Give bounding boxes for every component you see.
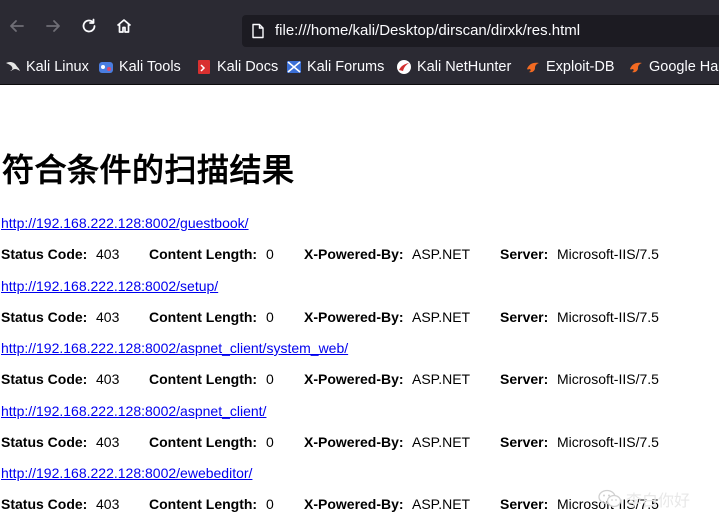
watermark: 李白你好 xyxy=(598,487,690,511)
exploit-db-icon xyxy=(527,62,539,73)
bookmark-kali-linux[interactable]: Kali Linux xyxy=(5,50,89,84)
url-bar[interactable]: file:///home/kali/Desktop/dirscan/dirxk/… xyxy=(242,15,719,47)
arrow-right-icon xyxy=(46,20,60,32)
bookmark-exploit-db[interactable]: Exploit-DB xyxy=(525,50,615,84)
browser-toolbar: file:///home/kali/Desktop/dirscan/dirxk/… xyxy=(0,0,719,50)
kali-forums-icon xyxy=(287,61,301,73)
google-hacking-icon xyxy=(630,62,642,73)
bookmark-label: Kali Docs xyxy=(217,59,279,75)
content-length-value: 0 xyxy=(266,246,274,262)
server-label: Server: xyxy=(500,434,549,450)
server-label: Server: xyxy=(500,309,549,325)
content-length-value: 0 xyxy=(266,371,274,387)
server-value: Microsoft-IIS/7.5 xyxy=(557,309,659,325)
result-status-line: Status Code: 403 Content Length: 0 X-Pow… xyxy=(1,309,719,327)
bookmark-label: Google Hac xyxy=(649,59,719,75)
status-code-value: 403 xyxy=(96,496,120,512)
server-label: Server: xyxy=(500,371,549,387)
result-status-line: Status Code: 403 Content Length: 0 X-Pow… xyxy=(1,434,719,452)
status-code-value: 403 xyxy=(96,246,120,262)
x-powered-by-value: ASP.NET xyxy=(412,309,471,325)
home-icon xyxy=(116,19,132,33)
result-link[interactable]: http://192.168.222.128:8002/setup/ xyxy=(1,278,218,294)
bookmark-label: Exploit-DB xyxy=(546,59,615,75)
kali-tools-icon xyxy=(99,62,113,73)
x-powered-by-label: X-Powered-By: xyxy=(304,434,404,450)
content-length-value: 0 xyxy=(266,309,274,325)
bookmark-kali-forums[interactable]: Kali Forums xyxy=(286,50,384,84)
bookmark-google-hacking[interactable]: Google Hac xyxy=(628,50,719,84)
status-code-value: 403 xyxy=(96,371,120,387)
bookmark-label: Kali Linux xyxy=(26,59,89,75)
result-link[interactable]: http://192.168.222.128:8002/guestbook/ xyxy=(1,215,249,231)
kali-docs-icon xyxy=(198,60,210,74)
bookmark-label: Kali NetHunter xyxy=(417,59,512,75)
wechat-icon xyxy=(598,489,622,508)
content-length-label: Content Length: xyxy=(149,371,258,387)
nethunter-icon xyxy=(397,60,411,74)
x-powered-by-label: X-Powered-By: xyxy=(304,371,404,387)
server-label: Server: xyxy=(500,246,549,262)
content-length-value: 0 xyxy=(266,434,274,450)
server-value: Microsoft-IIS/7.5 xyxy=(557,434,659,450)
home-button[interactable] xyxy=(111,13,137,39)
x-powered-by-label: X-Powered-By: xyxy=(304,309,404,325)
status-code-label: Status Code: xyxy=(1,496,88,512)
content-length-label: Content Length: xyxy=(149,246,258,262)
bookmark-label: Kali Tools xyxy=(119,59,181,75)
result-link[interactable]: http://192.168.222.128:8002/ewebeditor/ xyxy=(1,465,252,481)
x-powered-by-value: ASP.NET xyxy=(412,434,471,450)
status-code-label: Status Code: xyxy=(1,309,88,325)
reload-icon xyxy=(82,18,96,33)
status-code-value: 403 xyxy=(96,434,120,450)
status-code-label: Status Code: xyxy=(1,434,88,450)
server-label: Server: xyxy=(500,496,549,512)
page-title: 符合条件的扫描结果 xyxy=(2,151,295,189)
result-link[interactable]: http://192.168.222.128:8002/aspnet_clien… xyxy=(1,340,348,356)
reload-button[interactable] xyxy=(76,13,102,39)
bookmarks-toolbar: Kali Linux Kali Tools Kali Docs Kali For… xyxy=(0,50,719,85)
x-powered-by-label: X-Powered-By: xyxy=(304,496,404,512)
x-powered-by-label: X-Powered-By: xyxy=(304,246,404,262)
page-icon xyxy=(252,23,264,39)
watermark-text: 李白你好 xyxy=(626,493,691,510)
page-content: 符合条件的扫描结果 http://192.168.222.128:8002/gu… xyxy=(0,85,719,531)
kali-dragon-icon xyxy=(6,61,20,71)
content-length-label: Content Length: xyxy=(149,496,258,512)
x-powered-by-value: ASP.NET xyxy=(412,496,471,512)
status-code-label: Status Code: xyxy=(1,371,88,387)
forward-button[interactable] xyxy=(40,13,66,39)
x-powered-by-value: ASP.NET xyxy=(412,371,471,387)
url-text[interactable]: file:///home/kali/Desktop/dirscan/dirxk/… xyxy=(275,22,580,39)
content-length-label: Content Length: xyxy=(149,434,258,450)
status-code-value: 403 xyxy=(96,309,120,325)
bookmark-label: Kali Forums xyxy=(307,59,385,75)
content-length-label: Content Length: xyxy=(149,309,258,325)
result-status-line: Status Code: 403 Content Length: 0 X-Pow… xyxy=(1,246,719,264)
arrow-left-icon xyxy=(10,20,24,32)
status-code-label: Status Code: xyxy=(1,246,88,262)
x-powered-by-value: ASP.NET xyxy=(412,246,471,262)
server-value: Microsoft-IIS/7.5 xyxy=(557,371,659,387)
bookmark-kali-tools[interactable]: Kali Tools xyxy=(98,50,181,84)
server-value: Microsoft-IIS/7.5 xyxy=(557,246,659,262)
result-status-line: Status Code: 403 Content Length: 0 X-Pow… xyxy=(1,371,719,389)
bookmark-kali-nethunter[interactable]: Kali NetHunter xyxy=(396,50,511,84)
result-link[interactable]: http://192.168.222.128:8002/aspnet_clien… xyxy=(1,403,266,419)
bookmark-kali-docs[interactable]: Kali Docs xyxy=(196,50,278,84)
content-length-value: 0 xyxy=(266,496,274,512)
back-button[interactable] xyxy=(4,13,30,39)
